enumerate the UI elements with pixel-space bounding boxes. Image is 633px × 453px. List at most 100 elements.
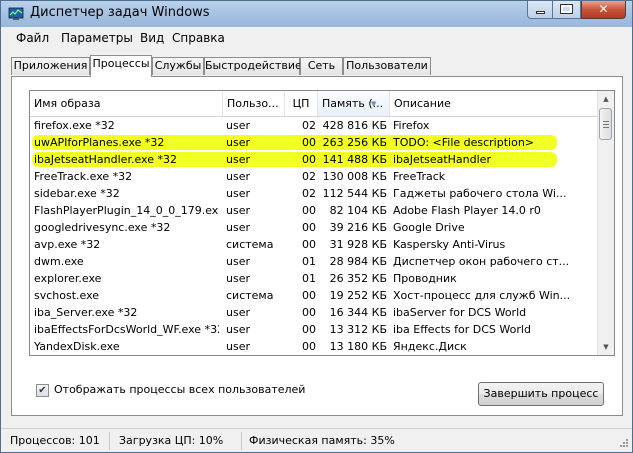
- close-icon: ✕: [598, 2, 609, 16]
- menu-file[interactable]: Файл: [16, 31, 49, 45]
- scroll-thumb[interactable]: [599, 108, 612, 140]
- column-header-description[interactable]: Описание: [390, 91, 600, 116]
- process-name: uwAPIforPlanes.exe *32: [34, 136, 165, 149]
- process-row[interactable]: explorer.exe user 01 26 352 КБ Проводник: [30, 270, 600, 287]
- task-manager-app-icon: [8, 7, 24, 20]
- menu-help[interactable]: Справка: [172, 31, 225, 45]
- process-cpu: 00: [302, 238, 316, 251]
- process-name: dwm.exe: [34, 255, 84, 268]
- process-row[interactable]: svchost.exe система 00 19 252 КБ Хост-процес…: [30, 287, 600, 304]
- menu-options[interactable]: Параметры: [61, 31, 133, 45]
- process-user: user: [226, 272, 250, 285]
- process-memory: 13 180 КБ: [329, 340, 387, 353]
- process-user: user: [226, 204, 250, 217]
- process-name: explorer.exe: [34, 272, 102, 285]
- process-cpu: 00: [288, 355, 316, 356]
- process-description: Google Drive: [393, 221, 465, 234]
- process-cpu: 00: [302, 204, 316, 217]
- process-user: user: [226, 187, 250, 200]
- process-description: Adobe Flash Player 14.0 r0: [393, 204, 541, 217]
- process-name: ibaJetseatHandler.exe *32: [34, 153, 177, 166]
- process-cpu: 00: [302, 323, 316, 336]
- status-process-count: Процессов: 101: [10, 434, 100, 447]
- process-description: FreeTrack: [393, 170, 446, 183]
- process-description: iba Effects for DCS World: [393, 323, 531, 336]
- process-description: Изоляция графов аудиоустр...: [393, 355, 593, 356]
- process-name: avp.exe *32: [34, 238, 101, 251]
- end-process-button[interactable]: Завершить процесс: [478, 382, 604, 406]
- process-row[interactable]: avp.exe *32 система 00 31 928 КБ Kaspersky A…: [30, 236, 600, 253]
- process-cpu: 01: [302, 255, 316, 268]
- scroll-up-arrow-icon[interactable]: ▲: [599, 91, 613, 107]
- process-name: iba_Server.exe *32: [34, 306, 138, 319]
- column-header-memory[interactable]: ▼ Память (...: [318, 91, 390, 116]
- process-description: Хост-процесс для служб Win...: [393, 289, 571, 302]
- menu-view[interactable]: Вид: [140, 31, 164, 45]
- process-row[interactable]: ibaEffectsForDcsWorld_WF.exe *32 user 00 13…: [30, 321, 600, 338]
- menu-bar: Файл Параметры Вид Справка: [1, 28, 632, 48]
- process-row[interactable]: uwAPIforPlanes.exe *32 user 00 263 256 КБ TO…: [30, 134, 600, 151]
- process-row[interactable]: ibaJetseatHandler.exe *32 user 00 141 488 К…: [30, 151, 600, 168]
- process-list[interactable]: Имя образа Пользо... ЦП ▼ Память (... Оп…: [29, 90, 615, 356]
- minimize-button[interactable]: [527, 1, 553, 19]
- process-memory: 141 488 КБ: [322, 153, 387, 166]
- process-cpu: 00: [302, 289, 316, 302]
- process-user: user: [226, 153, 250, 166]
- status-cpu-usage: Загрузка ЦП: 10%: [119, 434, 224, 447]
- resize-grip-icon[interactable]: [617, 438, 629, 450]
- show-all-users-label: Отображать процессы всех пользователей: [54, 383, 306, 396]
- process-memory: 82 104 КБ: [329, 204, 387, 217]
- process-name: FlashPlayerPlugin_14_0_0_179.ex...: [34, 204, 219, 217]
- process-user: user: [226, 136, 250, 149]
- process-cpu: 00: [302, 221, 316, 234]
- process-memory: 263 256 КБ: [322, 136, 387, 149]
- process-row[interactable]: sidebar.exe *32 user 02 112 544 КБ Гаджеты р…: [30, 185, 600, 202]
- close-button[interactable]: ✕: [581, 1, 626, 19]
- column-header-user[interactable]: Пользо...: [223, 91, 285, 116]
- tab-users[interactable]: Пользователи: [343, 57, 431, 75]
- process-row[interactable]: YandexDisk.exe user 00 13 180 КБ Яндекс.Диск: [30, 338, 600, 355]
- show-all-users-checkbox[interactable]: ✔: [36, 384, 49, 397]
- scroll-down-arrow-icon[interactable]: ▼: [599, 339, 613, 355]
- process-row[interactable]: iba_Server.exe *32 user 00 16 344 КБ ibaServ…: [30, 304, 600, 321]
- process-user: user: [226, 170, 250, 183]
- window-title: Диспетчер задач Windows: [30, 5, 210, 20]
- process-name: svchost.exe: [34, 289, 100, 302]
- processes-panel: Имя образа Пользо... ЦП ▼ Память (... Оп…: [11, 76, 623, 416]
- process-cpu: 02: [302, 170, 316, 183]
- process-row[interactable]: firefox.exe *32 user 02 428 816 КБ Firefox: [30, 117, 600, 134]
- process-row[interactable]: FlashPlayerPlugin_14_0_0_179.ex... user 00…: [30, 202, 600, 219]
- process-row[interactable]: dwm.exe user 01 28 984 КБ Диспетчер окон раб…: [30, 253, 600, 270]
- status-divider: [109, 432, 110, 450]
- tab-processes[interactable]: Процессы: [90, 55, 152, 77]
- status-divider: [241, 432, 242, 450]
- process-user: user: [226, 119, 250, 132]
- tab-network[interactable]: Сеть: [300, 57, 343, 75]
- tab-performance[interactable]: Быстродействие: [204, 57, 302, 75]
- process-description: Firefox: [393, 119, 430, 132]
- process-user: user: [226, 340, 250, 353]
- process-description: Яндекс.Диск: [393, 340, 467, 353]
- thumb-grip-icon: [603, 121, 609, 122]
- tab-applications[interactable]: Приложения: [11, 57, 90, 75]
- process-description: Проводник: [393, 272, 457, 285]
- process-description: TODO: <File description>: [393, 136, 535, 149]
- tab-services[interactable]: Службы: [152, 57, 204, 75]
- process-row[interactable]: googledrivesync.exe *32 user 00 39 216 КБ Go…: [30, 219, 600, 236]
- column-header-cpu[interactable]: ЦП: [285, 91, 318, 116]
- task-manager-window: Диспетчер задач Windows ✕ Файл Параметры…: [0, 0, 633, 453]
- process-row[interactable]: audiodg.exe LOCAL ... 00 11 176 КБ Изоляция …: [30, 355, 600, 356]
- process-user: система: [226, 289, 274, 302]
- process-cpu: 02: [302, 119, 316, 132]
- title-bar[interactable]: Диспетчер задач Windows ✕: [1, 1, 632, 27]
- checkmark-icon: ✔: [38, 385, 47, 396]
- process-row[interactable]: FreeTrack.exe *32 user 02 130 008 КБ FreeTra…: [30, 168, 600, 185]
- process-name: FreeTrack.exe *32: [34, 170, 133, 183]
- column-header-name[interactable]: Имя образа: [30, 91, 223, 116]
- process-description: Диспетчер окон рабочего ст...: [393, 255, 570, 268]
- maximize-button[interactable]: [553, 1, 581, 19]
- process-name: firefox.exe *32: [34, 119, 115, 132]
- process-list-header: Имя образа Пользо... ЦП ▼ Память (... Оп…: [30, 91, 600, 117]
- process-user: система: [226, 238, 274, 251]
- vertical-scrollbar[interactable]: ▲ ▼: [597, 91, 614, 355]
